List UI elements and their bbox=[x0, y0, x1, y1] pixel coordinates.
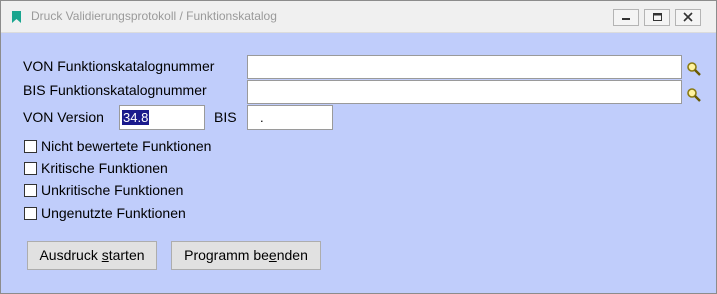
checkbox-ungenutzte[interactable] bbox=[24, 207, 37, 220]
bookmark-icon bbox=[12, 11, 21, 23]
accelerator-key: s bbox=[101, 247, 109, 263]
minimize-icon bbox=[622, 18, 630, 20]
checkbox-unkritische[interactable] bbox=[24, 184, 37, 197]
magnifier-icon[interactable] bbox=[686, 87, 702, 103]
close-button[interactable] bbox=[675, 9, 701, 26]
von-version-label: VON Version bbox=[23, 109, 104, 125]
bis-katalog-label: BIS Funktionskatalognummer bbox=[23, 82, 207, 98]
button-text: nden bbox=[276, 247, 308, 263]
bis-katalog-input[interactable] bbox=[247, 80, 682, 104]
window-title: Druck Validierungsprotokoll / Funktionsk… bbox=[31, 9, 277, 23]
ausdruck-starten-button[interactable]: Ausdruck starten bbox=[27, 241, 157, 270]
button-text: tarten bbox=[108, 247, 145, 263]
option-label-unkritische: Unkritische Funktionen bbox=[41, 182, 184, 198]
accelerator-key: e bbox=[268, 247, 277, 263]
checkbox-kritische[interactable] bbox=[24, 162, 37, 175]
von-katalog-label: VON Funktionskatalognummer bbox=[23, 58, 215, 74]
option-label-nicht-bewertete: Nicht bewertete Funktionen bbox=[41, 138, 212, 154]
magnifier-icon[interactable] bbox=[686, 61, 702, 77]
button-text: Programm be bbox=[184, 247, 269, 263]
close-icon bbox=[683, 12, 693, 22]
von-katalog-input[interactable] bbox=[247, 55, 682, 79]
button-text: Ausdruck bbox=[39, 247, 102, 263]
von-version-input[interactable]: 34.8 bbox=[119, 105, 205, 130]
bis-version-value: . bbox=[260, 110, 264, 125]
checkbox-nicht-bewertete[interactable] bbox=[24, 140, 37, 153]
programm-beenden-button[interactable]: Programm beenden bbox=[171, 241, 321, 270]
von-version-value: 34.8 bbox=[122, 110, 150, 125]
bis-version-label: BIS bbox=[214, 109, 237, 125]
maximize-icon bbox=[653, 13, 662, 21]
maximize-button[interactable] bbox=[644, 9, 670, 26]
minimize-button[interactable] bbox=[613, 9, 639, 26]
title-bar: Druck Validierungsprotokoll / Funktionsk… bbox=[1, 1, 716, 33]
dialog-window: Druck Validierungsprotokoll / Funktionsk… bbox=[0, 0, 717, 294]
bis-version-input[interactable]: . bbox=[247, 105, 333, 130]
option-label-kritische: Kritische Funktionen bbox=[41, 160, 168, 176]
option-label-ungenutzte: Ungenutzte Funktionen bbox=[41, 205, 186, 221]
